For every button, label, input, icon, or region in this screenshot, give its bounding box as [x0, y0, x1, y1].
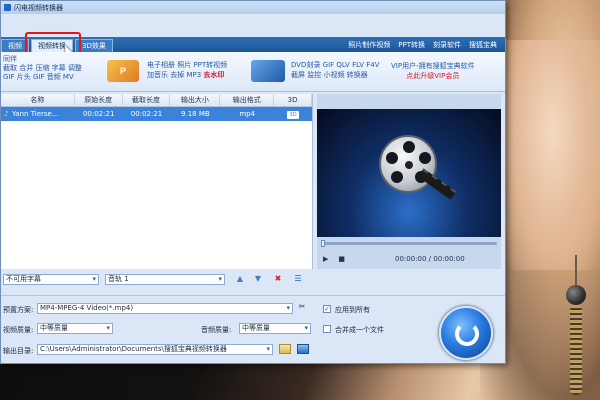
video-preview[interactable]: [317, 109, 501, 237]
move-up-icon[interactable]: ▲: [235, 274, 245, 284]
output-dir-label: 输出目录:: [3, 347, 34, 355]
merge-label: 合并成一个文件: [335, 326, 384, 334]
col-name[interactable]: 名称: [1, 94, 75, 106]
row-orig-length: 00:02:21: [82, 110, 115, 118]
music-note-icon: ♪: [4, 110, 9, 118]
video-quality-select[interactable]: 中等质量: [37, 323, 113, 334]
open-folder-icon[interactable]: [297, 344, 309, 354]
timecode: 00:00:00 / 00:00:00: [395, 255, 465, 263]
album-features: 电子相册 照片 PPT转视频 加音乐 去掉 MP3 去水印: [147, 60, 227, 80]
row-clip-length: 00:02:21: [130, 110, 163, 118]
file-list-header: 名称 原始长度 截取长度 输出大小 输出格式 3D: [1, 94, 312, 107]
album-line-1[interactable]: 电子相册 照片 PPT转视频: [147, 60, 227, 70]
row-name: Yann Tierse...: [12, 110, 59, 118]
convert-button[interactable]: [439, 306, 493, 360]
ppt-icon[interactable]: P: [107, 60, 139, 82]
playback-controls: ▶ ■ 00:00:00 / 00:00:00: [317, 250, 501, 268]
watermark-link[interactable]: 去水印: [203, 71, 224, 79]
preview-panel: ▶ ■ 00:00:00 / 00:00:00: [317, 94, 501, 269]
vip-upgrade-link[interactable]: 点此升级VIP会员: [391, 71, 475, 81]
list-footer: 不可用字幕 音轨 1 ▲ ▼ ✖ ☰: [1, 271, 313, 287]
dvd-line-2[interactable]: 截屏 监控 小视频 转换器: [291, 70, 380, 80]
link-burn-software[interactable]: 刻录软件: [433, 40, 461, 50]
title-bar[interactable]: 闪电视频转换器: [1, 1, 505, 14]
devices-icon[interactable]: [251, 60, 285, 82]
vip-promo: VIP用户-拥有搜狐宝典软件 点此升级VIP会员: [391, 61, 475, 81]
preset-select[interactable]: MP4-MPEG-4 Video(*.mp4): [37, 303, 293, 314]
dvd-line-1[interactable]: DVD刻录 GIF QLV FLV F4V: [291, 60, 380, 70]
move-down-icon[interactable]: ▼: [253, 274, 263, 284]
background-photo-face: [505, 40, 600, 270]
settings-icon[interactable]: ✂: [297, 302, 307, 312]
audio-quality-label: 音频质量:: [201, 326, 232, 334]
feature-line-3[interactable]: GIF 片头 GIF 音频 MV: [3, 73, 99, 82]
col-3d[interactable]: 3D: [274, 94, 312, 106]
3d-badge-icon[interactable]: 3D: [287, 111, 300, 119]
feature-toolbar: 同伴 截取 合并 压缩 字幕 调整 GIF 片头 GIF 音频 MV P 电子相…: [1, 52, 505, 92]
file-list-panel: 名称 原始长度 截取长度 输出大小 输出格式 3D ♪ Yann Tierse..…: [1, 94, 313, 269]
row-output-size: 9.18 MB: [181, 110, 210, 118]
audio-track-select[interactable]: 音轨 1: [105, 274, 225, 285]
link-ppt-convert[interactable]: PPT转换: [398, 40, 425, 50]
play-icon[interactable]: ▶: [323, 255, 328, 263]
list-menu-icon[interactable]: ☰: [293, 274, 303, 284]
earring-drop: [570, 305, 582, 395]
album-line-2[interactable]: 加音乐 去掉 MP3: [147, 71, 201, 79]
col-orig-length[interactable]: 原始长度: [75, 94, 123, 106]
output-dir-field[interactable]: C:\Users\Administrator\Documents\搜狐宝典视频转…: [37, 344, 273, 355]
seek-thumb[interactable]: [321, 240, 325, 247]
window-title: 闪电视频转换器: [14, 3, 63, 12]
row-name-cell: ♪ Yann Tierse...: [1, 107, 75, 121]
link-photo-video[interactable]: 照片制作视频: [348, 40, 390, 50]
app-window: 闪电视频转换器 视频 视频转换 3D效果 照片制作视频 PPT转换 刻录软件 搜…: [0, 0, 506, 364]
top-links: 照片制作视频 PPT转换 刻录软件 搜狐宝典: [348, 40, 497, 50]
delete-icon[interactable]: ✖: [273, 274, 283, 284]
dvd-features: DVD刻录 GIF QLV FLV F4V 截屏 监控 小视频 转换器: [291, 60, 380, 80]
col-output-size[interactable]: 输出大小: [170, 94, 221, 106]
app-icon: [4, 4, 11, 11]
apply-all-label: 应用到所有: [335, 306, 370, 314]
video-quality-label: 视频质量:: [3, 326, 34, 334]
output-settings: 预置方案: MP4-MPEG-4 Video(*.mp4) ✂ ✓ 应用到所有 …: [1, 295, 505, 363]
audio-quality-select[interactable]: 中等质量: [239, 323, 311, 334]
browse-folder-icon[interactable]: [279, 344, 291, 354]
stop-icon[interactable]: ■: [338, 255, 345, 263]
col-clip-length[interactable]: 截取长度: [123, 94, 171, 106]
link-sohu-baodian[interactable]: 搜狐宝典: [469, 40, 497, 50]
preset-label: 预置方案:: [3, 306, 34, 314]
feature-links: 同伴 截取 合并 压缩 字幕 调整 GIF 片头 GIF 音频 MV: [3, 55, 99, 82]
seek-bar[interactable]: [321, 242, 497, 245]
col-output-format[interactable]: 输出格式: [220, 94, 275, 106]
feature-line-1[interactable]: 同伴: [3, 55, 99, 64]
apply-all-checkbox[interactable]: ✓: [323, 305, 331, 313]
convert-arrow-icon: [455, 322, 479, 346]
row-output-format: mp4: [239, 110, 256, 118]
row-3d-cell: 3D: [274, 107, 312, 121]
merge-checkbox[interactable]: [323, 325, 331, 333]
earring-ball: [566, 285, 586, 305]
subtitle-select[interactable]: 不可用字幕: [3, 274, 99, 285]
feature-line-2[interactable]: 截取 合并 压缩 字幕 调整: [3, 64, 99, 73]
table-row[interactable]: ♪ Yann Tierse... 00:02:21 00:02:21 9.18 M…: [1, 107, 312, 121]
vip-line-1: VIP用户-拥有搜狐宝典软件: [391, 62, 475, 70]
